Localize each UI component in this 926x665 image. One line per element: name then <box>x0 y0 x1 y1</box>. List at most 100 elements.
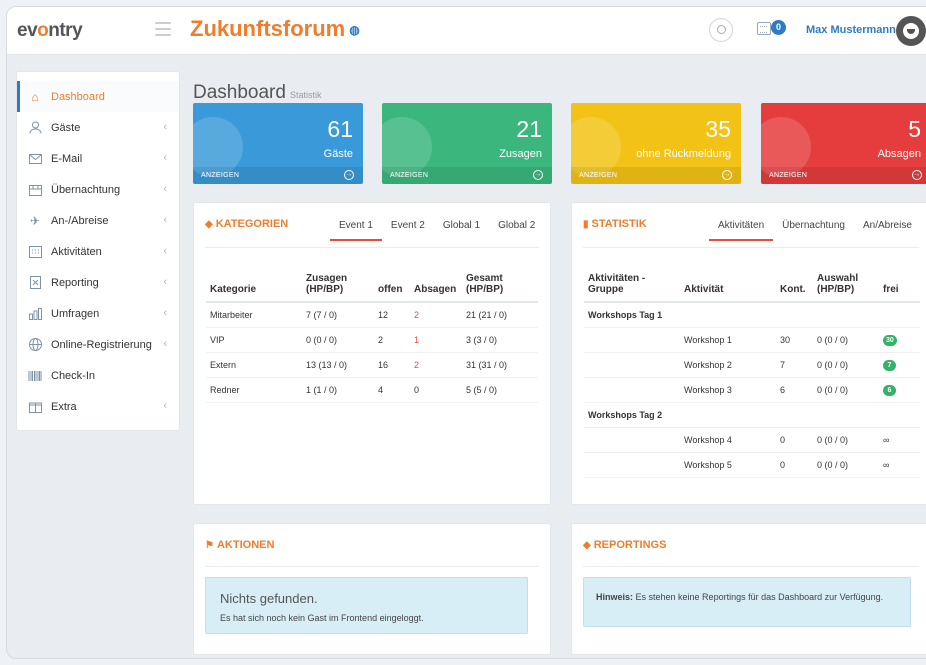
sidebar-item-umfragen[interactable]: Umfragen ‹ <box>17 298 179 329</box>
stat-label: ohne Rückmeldung <box>636 148 731 160</box>
chevron-left-icon: ‹ <box>163 245 167 257</box>
column-header[interactable]: Kont. <box>776 273 813 303</box>
cell: 7 (7 / 0) <box>302 302 374 328</box>
cell: 13 (13 / 0) <box>302 352 374 378</box>
divider <box>205 247 539 248</box>
globe-icon <box>27 338 43 352</box>
chevron-left-icon: ‹ <box>163 338 167 350</box>
cell: 6 <box>879 377 920 403</box>
event-title: Zukunftsforum ◍ <box>190 16 360 42</box>
sidebar-item-email[interactable]: E-Mail ‹ <box>17 143 179 174</box>
logo[interactable]: evontry <box>17 20 83 42</box>
cell: 0 <box>776 427 813 453</box>
stat-card-zusagen: 21 Zusagen ANZEIGEN → <box>382 103 552 184</box>
column-header[interactable]: offen <box>374 273 410 303</box>
tab-aktivitaeten[interactable]: Aktivitäten <box>709 220 774 241</box>
avatar[interactable] <box>896 16 926 46</box>
globe-icon[interactable]: ◍ <box>349 23 359 37</box>
file-icon <box>27 276 43 290</box>
table-row: VIP 0 (0 / 0) 2 1 3 (3 / 0) <box>206 327 538 353</box>
cell: 0 (0 / 0) <box>813 327 879 353</box>
stat-link[interactable]: ANZEIGEN → <box>382 167 552 184</box>
stat-value: 21 <box>516 116 542 142</box>
user-name[interactable]: Max Mustermann <box>806 24 896 36</box>
free-badge: 6 <box>883 384 896 396</box>
tab-global-2[interactable]: Global 2 <box>489 220 544 241</box>
sidebar-item-label: Check-In <box>51 369 96 382</box>
stat-label: Gäste <box>323 148 353 160</box>
bar-chart-icon: ▮ <box>583 219 589 230</box>
panel-title-text: REPORTINGS <box>593 539 667 551</box>
column-header[interactable]: Kategorie <box>206 273 302 303</box>
cell: 6 <box>776 377 813 403</box>
column-header[interactable]: Aktivität <box>680 273 776 303</box>
tab-uebernachtung[interactable]: Übernachtung <box>773 220 854 241</box>
sidebar-item-aktivitaeten[interactable]: Aktivitäten ‹ <box>17 236 179 267</box>
stat-link[interactable]: ANZEIGEN → <box>761 167 926 184</box>
tab-event-1[interactable]: Event 1 <box>330 220 382 241</box>
table-row: Workshop 5 0 0 (0 / 0) ∞ <box>584 452 920 478</box>
tab-global-1[interactable]: Global 1 <box>434 220 489 241</box>
sidebar-item-reporting[interactable]: Reporting ‹ <box>17 267 179 298</box>
cell: Extern <box>206 352 302 378</box>
stat-link-label: ANZEIGEN <box>201 172 240 179</box>
aktionen-panel: ⚑ AKTIONEN Nichts gefunden. Es hat sich n… <box>193 523 551 655</box>
home-icon: ⌂ <box>31 89 39 104</box>
divider <box>205 566 539 567</box>
tag-icon: ◆ <box>583 540 591 551</box>
cell: Workshop 3 <box>680 377 776 403</box>
stat-card-absagen: 5 Absagen ANZEIGEN → <box>761 103 926 184</box>
calendar-icon[interactable] <box>757 22 771 35</box>
empty-state-title: Nichts gefunden. <box>220 591 318 606</box>
cell: 30 <box>776 327 813 353</box>
table-row: Workshop 2 7 0 (0 / 0) 7 <box>584 352 920 378</box>
cell: 21 (21 / 0) <box>462 302 538 328</box>
panel-title-text: STATISTIK <box>591 218 647 230</box>
cell: 1 (1 / 0) <box>302 377 374 403</box>
panel-title: ⚑ AKTIONEN <box>205 539 274 551</box>
column-header[interactable]: Aktivitäten - Gruppe <box>584 273 680 303</box>
sidebar-item-checkin[interactable]: Check-In <box>17 360 179 391</box>
cell: ∞ <box>879 452 920 478</box>
sidebar-item-extra[interactable]: Extra ‹ <box>17 391 179 422</box>
tab-an-abreise[interactable]: An/Abreise <box>854 220 921 241</box>
column-header[interactable]: Absagen <box>410 273 462 303</box>
stat-link[interactable]: ANZEIGEN → <box>571 167 741 184</box>
stat-link[interactable]: ANZEIGEN → <box>193 167 363 184</box>
notification-badge[interactable]: 0 <box>771 20 786 35</box>
cell: 5 (5 / 0) <box>462 377 538 403</box>
column-header[interactable]: Gesamt (HP/BP) <box>462 273 538 303</box>
sidebar-item-online-registrierung[interactable]: Online-Registrierung ‹ <box>17 329 179 360</box>
stat-link-label: ANZEIGEN <box>390 172 429 179</box>
stat-label: Zusagen <box>499 148 542 160</box>
sidebar-item-gaeste[interactable]: Gäste ‹ <box>17 112 179 143</box>
sidebar-item-label: An-/Abreise <box>51 214 109 227</box>
tab-event-2[interactable]: Event 2 <box>382 220 434 241</box>
table-row: Workshop 4 0 0 (0 / 0) ∞ <box>584 427 920 453</box>
cell: 0 (0 / 0) <box>813 377 879 403</box>
cell <box>584 327 680 353</box>
search-icon[interactable] <box>709 18 733 42</box>
cell: 0 (0 / 0) <box>813 427 879 453</box>
sidebar-item-label: Übernachtung <box>51 183 121 196</box>
sidebar-item-dashboard[interactable]: ⌂ Dashboard <box>17 81 179 112</box>
cell: 1 <box>410 327 462 353</box>
statistik-table: Aktivitäten - Gruppe Aktivität Kont. Aus… <box>584 273 920 478</box>
table-row: Mitarbeiter 7 (7 / 0) 12 2 21 (21 / 0) <box>206 302 538 328</box>
cell: 12 <box>374 302 410 328</box>
bar-chart-icon <box>27 307 43 321</box>
column-header[interactable]: Zusagen (HP/BP) <box>302 273 374 303</box>
cell: Workshop 1 <box>680 327 776 353</box>
bed-icon <box>27 183 43 197</box>
menu-toggle-icon[interactable] <box>155 22 171 36</box>
sidebar-item-anreise[interactable]: ✈ An-/Abreise ‹ <box>17 205 179 236</box>
column-header[interactable]: frei <box>879 273 920 303</box>
sidebar-item-uebernachtung[interactable]: Übernachtung ‹ <box>17 174 179 205</box>
column-header[interactable]: Auswahl (HP/BP) <box>813 273 879 303</box>
arrow-right-icon: → <box>533 170 543 180</box>
cell: Workshop 4 <box>680 427 776 453</box>
cell: 2 <box>374 327 410 353</box>
stat-value: 35 <box>705 116 731 142</box>
statistik-panel: ▮ STATISTIK Aktivitäten Übernachtung An/A… <box>571 202 926 505</box>
stat-card-gaeste: 61 Gäste ANZEIGEN → <box>193 103 363 184</box>
